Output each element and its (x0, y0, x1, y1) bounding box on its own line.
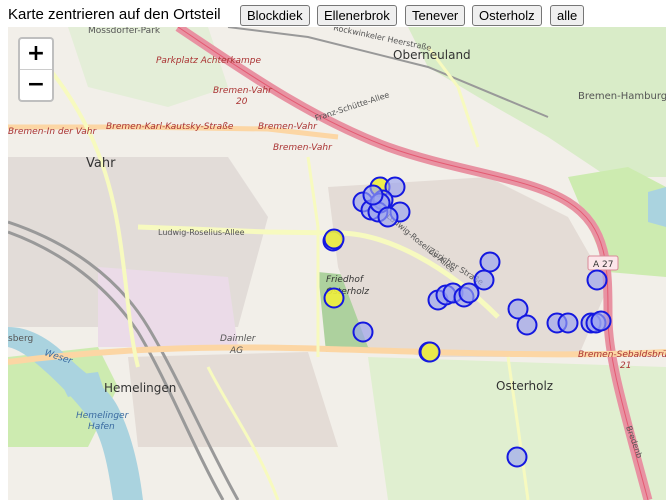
residential-area (128, 352, 338, 447)
map-marker-blue[interactable] (506, 446, 528, 468)
label-franz-schuette: Franz-Schütte-Allee (314, 90, 391, 123)
map-marker-blue[interactable] (586, 269, 608, 291)
button-osterholz[interactable]: Osterholz (472, 5, 542, 26)
map-marker-blue[interactable] (377, 206, 399, 228)
label-bremen-vahr-20: Bremen-Vahr (213, 86, 273, 96)
map-marker-yellow[interactable] (419, 341, 441, 363)
zoom-in-button[interactable]: + (20, 39, 52, 69)
toolbar: Karte zentrieren auf den Ortsteil Blockd… (0, 0, 666, 27)
label-bremen-hamburg: Bremen-Hamburg (578, 91, 666, 102)
map-marker-yellow[interactable] (323, 287, 345, 309)
label-osterholz: Osterholz (496, 379, 553, 393)
label-bremen-vahr-a: Bremen-Vahr (258, 122, 318, 132)
button-alle[interactable]: alle (550, 5, 585, 26)
center-prompt: Karte zentrieren auf den Ortsteil (8, 6, 221, 23)
label-daimler: Daimler (220, 334, 257, 344)
label-daimler-ag: AG (229, 346, 243, 356)
zoom-control: + − (18, 37, 54, 102)
label-top-clip: Mossdorfer-Park (88, 27, 161, 36)
label-a27: A 27 (593, 260, 613, 270)
label-bremen-kk-strasse: Bremen-Karl-Kautsky-Straße (106, 122, 234, 132)
label-friedhof: Friedhof (326, 275, 365, 285)
map-marker-blue[interactable] (458, 282, 480, 304)
label-bremen-in-der-vahr: Bremen-In der Vahr (8, 127, 97, 137)
label-sebaldsbr: Bremen-Sebaldsbrü (578, 350, 666, 360)
label-parkplatz: Parkplatz Achterkampe (156, 56, 261, 66)
map-marker-blue[interactable] (516, 314, 538, 336)
map-canvas[interactable]: Mossdorfer-Park Parkplatz Achterkampe Ob… (8, 27, 666, 500)
button-tenever[interactable]: Tenever (405, 5, 466, 26)
label-hemelinger-hafen-2: Hafen (88, 422, 115, 432)
label-sberg: sberg (8, 334, 33, 344)
a27-shield: A 27 (587, 255, 619, 271)
map-marker-yellow[interactable] (323, 228, 345, 250)
road (306, 156, 320, 357)
map-view[interactable]: Mossdorfer-Park Parkplatz Achterkampe Ob… (8, 27, 666, 500)
map-marker-blue[interactable] (590, 310, 612, 332)
map-marker-blue[interactable] (557, 312, 579, 334)
park-area (68, 27, 228, 107)
label-vahr: Vahr (86, 156, 116, 171)
map-marker-blue[interactable] (362, 184, 384, 206)
label-bremen-vahr-20-num: 20 (236, 97, 248, 107)
label-oberneuland: Oberneuland (393, 48, 471, 62)
label-hemelinger-hafen: Hemelinger (76, 411, 130, 421)
button-ellenerbrok[interactable]: Ellenerbrok (317, 5, 397, 26)
label-ludwig-roselius: Ludwig-Roselius-Allee (158, 228, 245, 237)
pond (648, 187, 666, 227)
button-blockdiek[interactable]: Blockdiek (240, 5, 310, 26)
map-marker-blue[interactable] (479, 251, 501, 273)
label-sebaldsbr-num: 21 (620, 361, 631, 371)
label-bremen-vahr-b: Bremen-Vahr (273, 143, 333, 153)
zoom-out-button[interactable]: − (20, 69, 52, 100)
map-marker-blue[interactable] (352, 321, 374, 343)
label-hemelingen: Hemelingen (104, 381, 176, 395)
